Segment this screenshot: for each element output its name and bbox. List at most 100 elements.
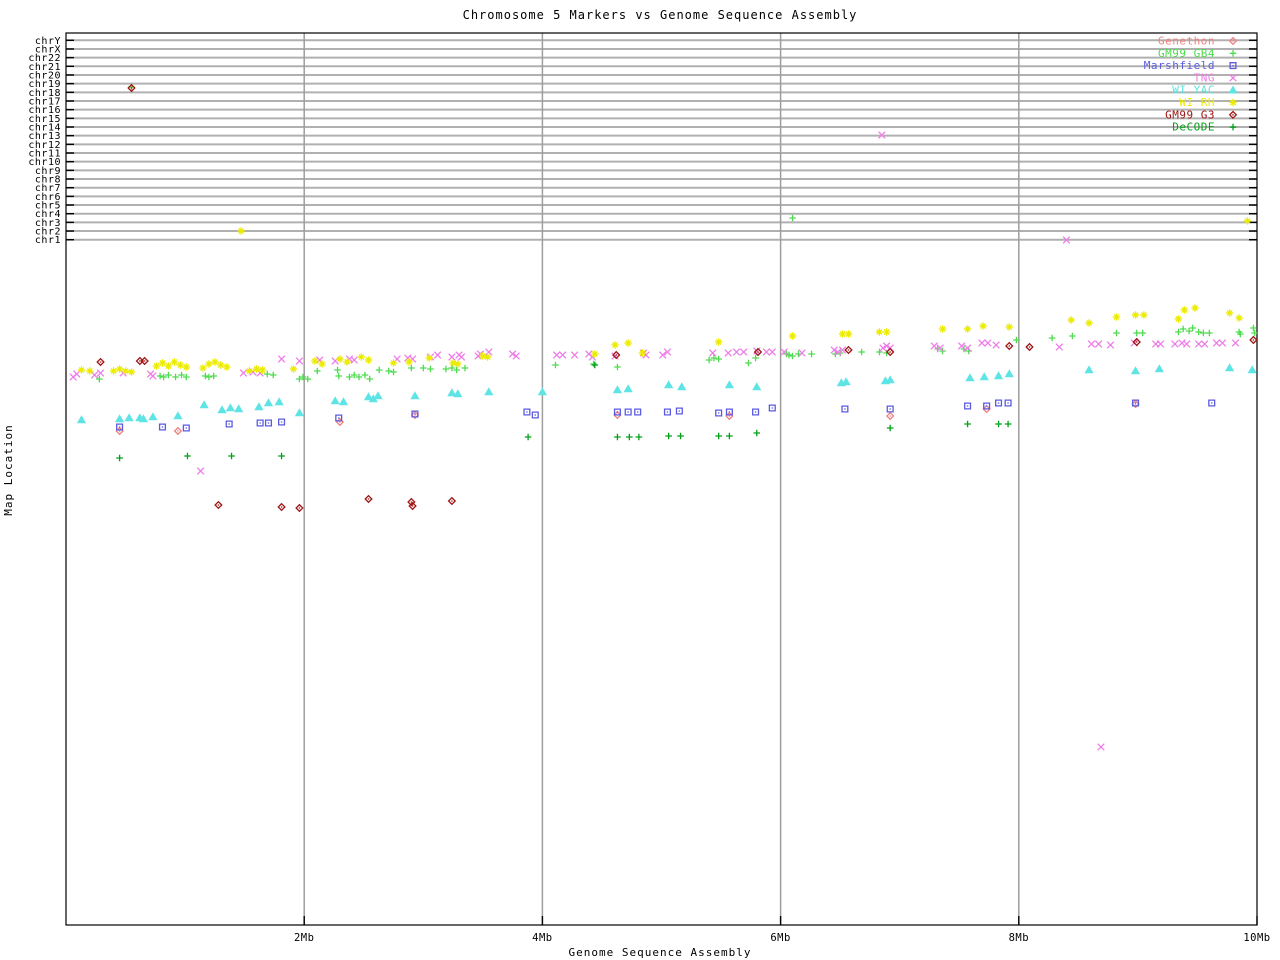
data-point-wi-rh [222,363,231,371]
data-point-gm99-gb4 [366,375,374,383]
data-point-tng [1087,340,1096,348]
data-point-decode [524,433,532,441]
data-point-wi-rh [1085,319,1093,327]
data-point-wi-yac [1130,366,1141,375]
data-point-tng [1212,339,1221,347]
data-point-tng [724,349,732,357]
data-point-tng [798,349,806,357]
data-point-gm99-gb4 [552,361,559,369]
data-point-gm99-gb4 [385,367,393,375]
legend-marker-wi-yac-triangle-icon [1228,85,1238,94]
data-point-wi-yac [173,411,183,420]
legend-label-tng: TNG [1194,71,1215,84]
data-point-wi-yac [979,372,989,381]
series-tng [69,131,1240,751]
data-point-gm99-gb4 [156,372,164,380]
data-point-marshfield [768,404,776,412]
data-point-wi-yac [623,384,633,393]
chart-title: Chromosome 5 Markers vs Genome Sequence … [463,8,858,22]
data-point-wi-yac [724,380,735,389]
data-point-decode [626,433,633,441]
data-point-gm99-gb4 [789,352,796,360]
data-point-marshfield [715,409,723,417]
plot-frame-group [65,32,1258,926]
data-point-gm99-gb4 [590,360,597,368]
data-point-wi-yac [274,397,284,406]
legend-label-gm99-g3: GM99 G3 [1165,108,1215,121]
data-point-gm99-gb4 [427,365,434,373]
data-point-wi-yac [124,413,134,422]
data-point-tng [1106,341,1115,349]
data-point-wi-rh [1112,313,1121,321]
data-point-wi-rh [182,363,191,371]
data-point-tng [762,348,771,356]
legend-marker-decode-plus-icon [1229,123,1237,131]
data-point-gm99-gb4 [210,372,217,380]
data-point-marshfield [663,408,672,416]
data-point-gm99-gb4 [789,214,796,222]
data-point-wi-yac [199,400,209,409]
data-point-decode [184,452,191,460]
data-point-wi-yac [612,385,623,394]
plot-border [65,32,1258,926]
data-point-gm99-g3 [1005,341,1014,351]
x-tick-label-6Mb: 6Mb [770,932,790,944]
data-point-wi-yac [225,403,235,412]
data-point-tng [984,339,992,347]
data-point-gm99-gb4 [334,366,341,374]
data-point-wi-yac [752,382,762,391]
data-point-gm99-gb4 [269,371,277,379]
data-point-wi-yac [677,382,687,391]
data-point-wi-yac [993,371,1004,380]
data-point-gm99-gb4 [1113,329,1120,337]
data-point-decode [886,424,894,432]
data-point-wi-rh [1235,314,1243,322]
x-tick-label-2Mb: 2Mb [294,932,314,944]
data-point-tng [1094,340,1103,348]
data-point-wi-yac [410,391,420,400]
data-point-decode [995,420,1002,428]
data-point-wi-rh [1174,315,1183,323]
data-point-marshfield [752,408,760,416]
axis-labels-group: chrYchrXchr22chr21chr20chr19chr18chr17ch… [28,36,1270,944]
data-point-tng [149,372,157,380]
data-point-tng [1200,340,1209,348]
data-point-marshfield [158,423,167,431]
data-point-gm99-gb4 [1175,328,1182,336]
data-point-wi-yac [841,377,851,386]
data-point-wi-yac [254,402,264,411]
data-point-wi-yac [234,404,244,413]
data-point-tng [768,348,777,356]
data-point-gm99-gb4 [1133,329,1141,337]
data-point-wi-rh [336,355,344,363]
data-point-wi-yac [294,408,305,417]
data-point-wi-rh [788,332,797,340]
data-point-gm99-g3 [96,357,105,367]
data-point-marshfield [264,419,273,427]
data-point-marshfield [256,419,264,427]
data-point-wi-yac [263,398,274,407]
data-point-marshfield [964,402,972,410]
data-point-tng [558,351,567,359]
data-point-marshfield [1208,399,1216,407]
data-point-marshfield [531,411,539,419]
data-point-decode [635,433,643,441]
legend-label-genethon: Genethon [1158,35,1215,48]
data-point-wi-yac [1004,369,1014,378]
plot-canvas: Chromosome 5 Markers vs Genome Sequence … [2,8,1270,959]
data-point-wi-yac [373,391,383,400]
data-point-tng [1171,340,1179,348]
data-point-tng [930,342,938,350]
data-point-gm99-gb4 [420,364,427,372]
data-point-gm99-gb4 [1185,327,1193,335]
data-point-wi-rh [624,339,632,347]
data-point-tng [739,348,748,356]
data-point-gm99-gb4 [390,368,397,376]
data-point-wi-yac [1247,365,1257,374]
series-decode [116,361,1012,462]
data-point-gm99-gb4 [1139,329,1146,337]
y-tick-label-chr1: chr1 [35,235,61,246]
data-point-gm99-gb4 [205,373,213,381]
data-point-wi-yac [447,388,457,397]
data-point-gm99-g3 [844,345,853,355]
